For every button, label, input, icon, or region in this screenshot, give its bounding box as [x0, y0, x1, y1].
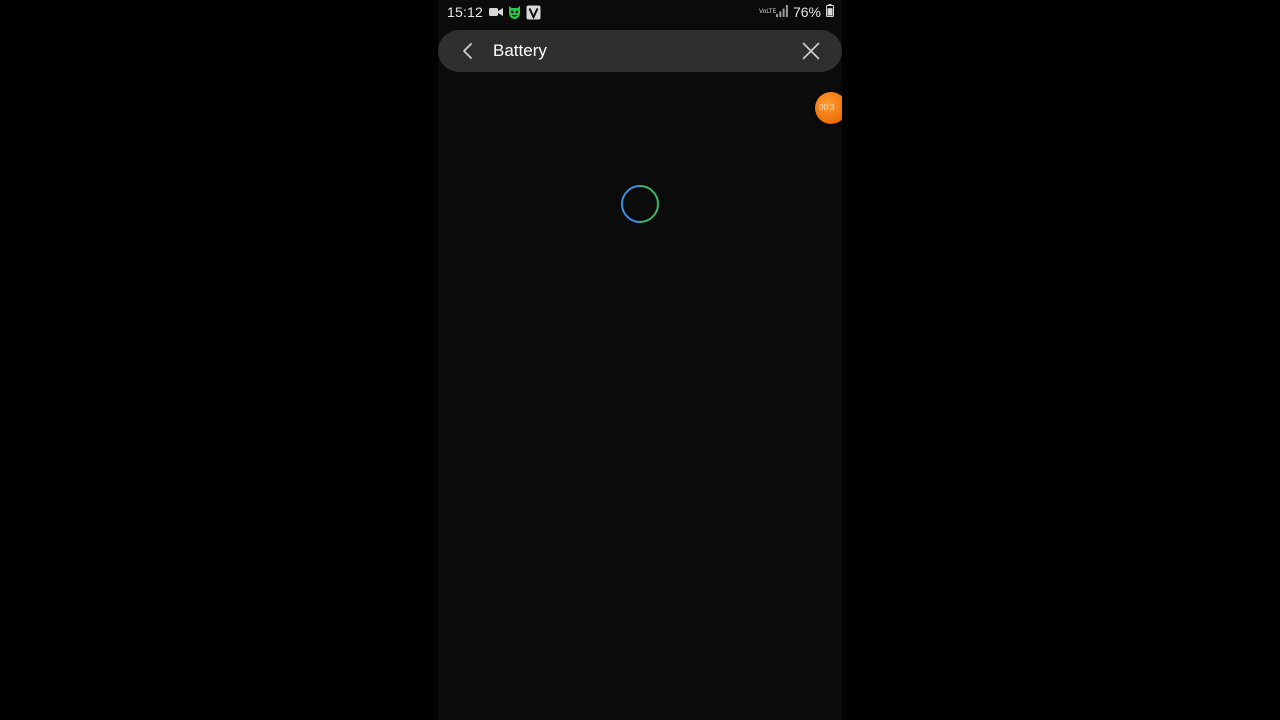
screen-recorder-bubble[interactable]: 00:3	[815, 92, 842, 124]
video-camera-icon	[489, 6, 503, 18]
phone-screen: 15:12 VoLTE 76% Battery 00:3	[438, 0, 842, 720]
loading-spinner	[620, 184, 660, 224]
battery-icon	[826, 4, 834, 20]
back-button[interactable]	[458, 41, 478, 61]
signal-icon	[775, 4, 788, 20]
status-time: 15:12	[447, 4, 484, 20]
vpn-v-icon	[526, 5, 541, 20]
status-notification-icons	[489, 4, 541, 20]
volte-icon: VoLTE	[758, 8, 777, 15]
shield-face-icon	[507, 5, 522, 20]
search-input[interactable]	[493, 39, 783, 63]
chevron-left-icon	[463, 43, 472, 59]
clear-search-button[interactable]	[802, 42, 820, 60]
battery-percent: 76%	[792, 4, 821, 20]
status-system-icons: VoLTE 76%	[759, 4, 834, 20]
search-bar	[438, 30, 842, 72]
loading-spinner-icon	[621, 185, 659, 223]
close-icon	[802, 42, 820, 60]
status-bar: 15:12 VoLTE 76%	[438, 0, 842, 25]
